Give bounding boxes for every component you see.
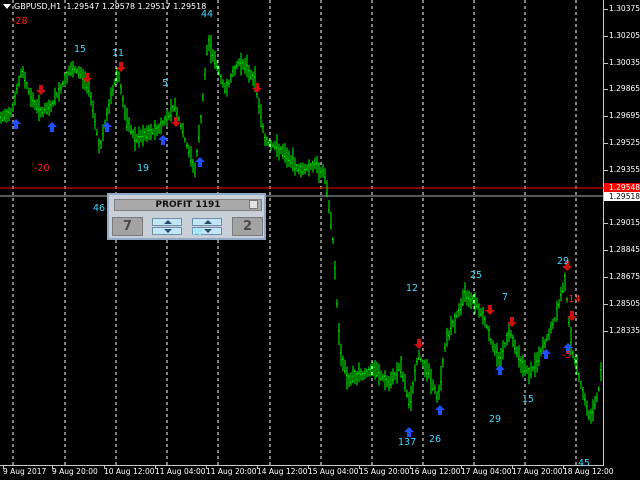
cyan-annotation-label: 26: [429, 434, 442, 445]
price-tick-label: 1.28505: [609, 298, 640, 308]
time-tick-label: 9 Aug 20:00: [52, 467, 98, 476]
cyan-annotation-label: 19: [137, 163, 150, 174]
blue-up-arrow-icon: [435, 405, 445, 415]
time-tick: [563, 466, 564, 469]
price-tick: [604, 35, 608, 37]
price-tick: [604, 250, 608, 252]
cyan-annotation-label: 29: [489, 414, 502, 425]
time-tick-label: 17 Aug 20:00: [512, 467, 563, 476]
time-tick: [461, 466, 462, 469]
cyan-annotation-label: 15: [522, 394, 535, 405]
red-line-price-badge: 1.29548: [604, 183, 640, 192]
up-arrow-icon: [204, 220, 212, 224]
price-tick-label: 1.29525: [609, 138, 640, 147]
blue-up-arrow-icon: [158, 135, 168, 145]
red-annotation-label: -28: [12, 16, 28, 27]
price-tick-label: 1.28675: [609, 272, 640, 281]
cyan-annotation-label: 15: [74, 44, 87, 55]
blue-up-arrow-icon: [47, 122, 57, 132]
price-tick-label: 1.30035: [609, 57, 640, 67]
time-tick: [308, 466, 309, 469]
symbol-label: GBPUSD,H1: [14, 2, 62, 11]
time-tick-label: 9 Aug 2017: [3, 467, 47, 476]
price-tick-label: 1.29015: [609, 218, 640, 228]
dropdown-triangle-icon[interactable]: [3, 4, 11, 9]
blue-up-arrow-icon: [195, 157, 205, 167]
time-tick-label: 11 Aug 20:00: [206, 467, 257, 476]
price-tick: [604, 143, 608, 144]
price-tick-label: 1.30375: [609, 4, 640, 13]
time-tick-label: 11 Aug 04:00: [155, 467, 206, 476]
price-tick: [604, 62, 608, 64]
cyan-annotation-label: 11: [112, 48, 125, 59]
profit-title[interactable]: PROFIT 1191: [114, 199, 262, 211]
price-tick: [604, 9, 608, 10]
price-tick-label: 1.30205: [609, 30, 640, 40]
price-tick: [604, 89, 608, 91]
cyan-annotation-label: 44: [201, 9, 214, 20]
cyan-annotation-label: 137: [398, 437, 417, 448]
time-tick-label: 14 Aug 12:00: [257, 467, 308, 476]
time-tick: [155, 466, 156, 469]
time-tick: [206, 466, 207, 469]
cyan-annotation-label: 5: [162, 78, 169, 89]
price-tick: [604, 330, 608, 332]
price-tick-label: 1.28845: [609, 245, 640, 255]
cyan-annotation-label: 45: [578, 458, 591, 469]
cyan-annotation-label: 7: [502, 292, 509, 303]
left-down-stepper[interactable]: [152, 227, 182, 235]
chart-header: GBPUSD,H1 1.29547 1.29578 1.29517 1.2951…: [3, 2, 206, 11]
cyan-annotation-label: 46: [93, 203, 106, 214]
profit-panel[interactable]: PROFIT 1191 7 2 38: [107, 193, 266, 240]
time-tick-label: 10 Aug 12:00: [104, 467, 155, 476]
up-arrow-icon: [164, 220, 172, 224]
price-tick-label: 1.29865: [609, 84, 640, 94]
cyan-annotation-label: 25: [470, 270, 483, 281]
red-down-arrow-icon: [485, 305, 495, 315]
time-tick: [359, 466, 360, 469]
price-tick-label: 1.29695: [609, 111, 640, 121]
time-tick: [410, 466, 411, 469]
down-arrow-icon: [164, 229, 172, 233]
time-tick: [52, 466, 53, 469]
price-tick-label: 1.29355: [609, 164, 640, 174]
down-arrow-icon: [204, 229, 212, 233]
price-tick: [604, 116, 608, 118]
price-tick: [604, 169, 608, 171]
overlay-number: 38: [191, 228, 203, 238]
red-annotation-label: -20: [34, 163, 50, 174]
price-chart-plot[interactable]: [0, 0, 640, 480]
right-value-box: 2: [232, 217, 263, 236]
cyan-annotation-label: 12: [406, 283, 419, 294]
price-tick: [604, 223, 608, 225]
time-tick-label: 16 Aug 12:00: [410, 467, 461, 476]
red-down-arrow-icon: [36, 85, 46, 95]
red-annotation-label: -14: [565, 294, 581, 305]
close-square-icon[interactable]: [249, 200, 258, 209]
time-tick: [257, 466, 258, 469]
time-tick: [512, 466, 513, 469]
left-up-stepper[interactable]: [152, 218, 182, 226]
left-value-box: 7: [112, 217, 143, 236]
price-tick: [604, 303, 608, 305]
blue-up-arrow-icon: [404, 427, 414, 437]
right-up-stepper[interactable]: [192, 218, 222, 226]
time-tick: [104, 466, 105, 469]
current-bid-badge: 1.29518: [604, 192, 640, 201]
price-tick-label: 1.28335: [609, 325, 640, 335]
ohlc-values: 1.29547 1.29578 1.29517 1.29518: [66, 2, 207, 11]
cyan-annotation-label: 29: [557, 256, 570, 267]
time-tick-label: 15 Aug 20:00: [359, 467, 410, 476]
red-annotation-label: -5: [562, 350, 572, 361]
time-tick: [3, 466, 4, 469]
time-tick-label: 15 Aug 04:00: [308, 467, 359, 476]
red-down-arrow-icon: [414, 339, 424, 349]
time-tick-label: 17 Aug 04:00: [461, 467, 512, 476]
price-tick: [604, 277, 608, 278]
